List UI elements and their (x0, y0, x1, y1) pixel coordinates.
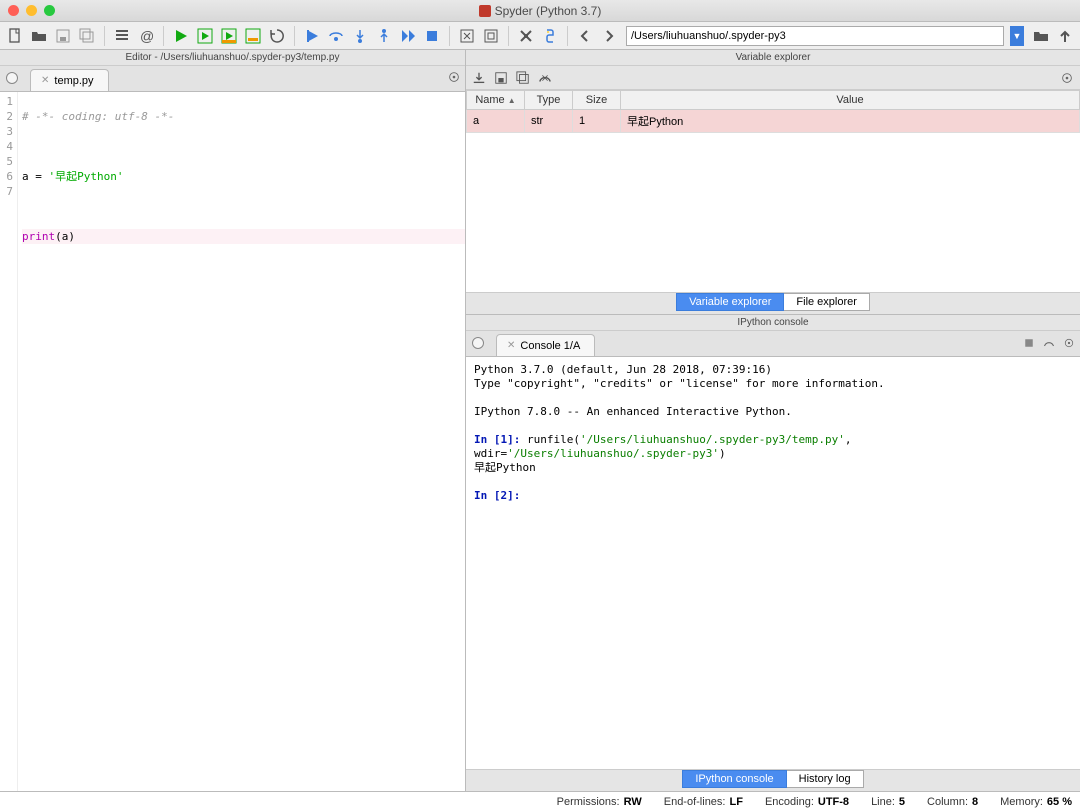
browse-console-tabs-button[interactable] (472, 337, 484, 349)
status-line-label: Line: (871, 796, 895, 808)
remove-all-icon[interactable] (538, 71, 552, 85)
status-eol-value: LF (730, 796, 743, 808)
sort-asc-icon: ▲ (508, 96, 516, 105)
debug-stop-button[interactable] (421, 25, 443, 47)
tab-file-explorer[interactable]: File explorer (784, 293, 870, 311)
save-data-as-icon[interactable] (516, 71, 530, 85)
status-bar: Permissions: RW End-of-lines: LF Encoding:… (0, 791, 1080, 811)
status-encoding-label: Encoding: (765, 796, 814, 808)
import-data-icon[interactable] (472, 71, 486, 85)
clear-console-icon[interactable] (1042, 336, 1056, 350)
new-file-button[interactable] (4, 25, 26, 47)
outline-button[interactable] (111, 25, 133, 47)
console-tab-label: Console 1/A (520, 340, 580, 352)
status-column-value: 8 (972, 796, 978, 808)
status-eol-label: End-of-lines: (664, 796, 726, 808)
col-type[interactable]: Type (525, 91, 573, 110)
save-all-button[interactable] (76, 25, 98, 47)
debug-step-over-button[interactable] (325, 25, 347, 47)
save-data-icon[interactable] (494, 71, 508, 85)
editor-panel-title: Editor - /Users/liuhuanshuo/.spyder-py3/… (0, 50, 465, 66)
status-encoding-value: UTF-8 (818, 796, 849, 808)
open-file-button[interactable] (28, 25, 50, 47)
editor-options-icon[interactable] (447, 70, 461, 84)
variable-explorer-pane: Variable explorer Name ▲ Type Size Value (466, 50, 1080, 315)
close-tab-icon[interactable]: ✕ (41, 75, 49, 86)
editor-pane: Editor - /Users/liuhuanshuo/.spyder-py3/… (0, 50, 466, 791)
rerun-button[interactable] (266, 25, 288, 47)
python-path-button[interactable] (539, 25, 561, 47)
status-memory-label: Memory: (1000, 796, 1043, 808)
status-permissions-value: RW (624, 796, 642, 808)
main-toolbar: @ /Users/liuhuanshuo/.spyder-py3 ▼ (0, 22, 1080, 50)
run-button[interactable] (170, 25, 192, 47)
working-directory-input[interactable]: /Users/liuhuanshuo/.spyder-py3 (626, 26, 1004, 46)
tab-ipython-console[interactable]: IPython console (682, 770, 786, 788)
variable-table[interactable]: Name ▲ Type Size Value a str 1 早起Python (466, 90, 1080, 292)
close-console-tab-icon[interactable]: ✕ (507, 340, 515, 351)
debug-button[interactable] (301, 25, 323, 47)
back-button[interactable] (574, 25, 596, 47)
editor-tab-temp[interactable]: ✕ temp.py (30, 69, 109, 91)
editor-tab-label: temp.py (54, 75, 93, 87)
tab-variable-explorer[interactable]: Variable explorer (676, 293, 784, 311)
line-number-gutter: 1 2 3 4 5 6 7 (0, 92, 18, 791)
fullscreen-button[interactable] (480, 25, 502, 47)
console-options-icon[interactable] (1062, 336, 1076, 350)
forward-button[interactable] (598, 25, 620, 47)
browse-directory-button[interactable] (1030, 25, 1052, 47)
at-button[interactable]: @ (135, 25, 157, 47)
editor-tabbar: ✕ temp.py (0, 66, 465, 92)
titlebar: Spyder (Python 3.7) (0, 0, 1080, 22)
col-size[interactable]: Size (573, 91, 621, 110)
debug-step-out-button[interactable] (373, 25, 395, 47)
console-output[interactable]: Python 3.7.0 (default, Jun 28 2018, 07:3… (466, 357, 1080, 769)
status-line-value: 5 (899, 796, 905, 808)
debug-continue-button[interactable] (397, 25, 419, 47)
spyder-icon (479, 5, 491, 17)
console-tabbar: ✕ Console 1/A (466, 331, 1080, 357)
svg-text:@: @ (140, 28, 154, 44)
console-bottom-tabs: IPython console History log (466, 769, 1080, 791)
ipython-console-pane: IPython console ✕ Console 1/A Python 3.7… (466, 315, 1080, 791)
tab-history-log[interactable]: History log (787, 770, 864, 788)
run-selection-button[interactable] (242, 25, 264, 47)
preferences-button[interactable] (515, 25, 537, 47)
col-value[interactable]: Value (621, 91, 1080, 110)
browse-tabs-button[interactable] (6, 72, 18, 84)
window-title: Spyder (Python 3.7) (495, 4, 602, 18)
console-tab-1a[interactable]: ✕ Console 1/A (496, 334, 595, 356)
status-column-label: Column: (927, 796, 968, 808)
working-directory-dropdown[interactable]: ▼ (1010, 26, 1024, 46)
table-row[interactable]: a str 1 早起Python (467, 110, 1080, 133)
parent-directory-button[interactable] (1054, 25, 1076, 47)
varexp-panel-title: Variable explorer (466, 50, 1080, 66)
maximize-pane-button[interactable] (456, 25, 478, 47)
run-cell-button[interactable] (194, 25, 216, 47)
run-cell-advance-button[interactable] (218, 25, 240, 47)
varexp-bottom-tabs: Variable explorer File explorer (466, 292, 1080, 314)
varexp-options-icon[interactable] (1060, 71, 1074, 85)
save-button[interactable] (52, 25, 74, 47)
col-name: Name ▲ (467, 91, 525, 110)
code-editor[interactable]: 1 2 3 4 5 6 7 # -*- coding: utf-8 -*- a … (0, 92, 465, 791)
varexp-toolbar (466, 66, 1080, 90)
stop-kernel-icon[interactable] (1022, 336, 1036, 350)
debug-step-into-button[interactable] (349, 25, 371, 47)
status-permissions-label: Permissions: (557, 796, 620, 808)
status-memory-value: 65 % (1047, 796, 1072, 808)
console-panel-title: IPython console (466, 315, 1080, 331)
